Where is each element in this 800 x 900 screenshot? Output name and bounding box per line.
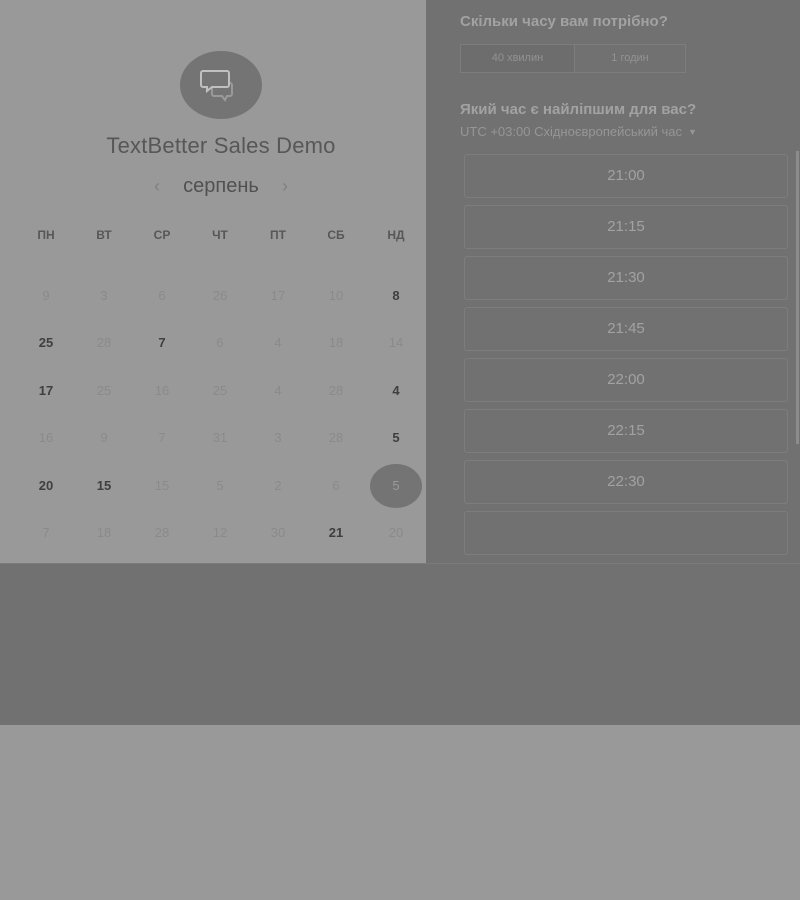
timezone-label: UTC +03:00 Східноєвропейський час	[460, 124, 682, 139]
duration-option-1-hour[interactable]: 1 годин	[575, 45, 685, 72]
page-background	[0, 725, 800, 900]
unavailable-day: 3	[100, 288, 108, 303]
chevron-right-icon[interactable]: ›	[278, 176, 292, 196]
available-day[interactable]: 8	[370, 274, 422, 318]
time-slot-button[interactable]: 21:15	[464, 205, 788, 249]
time-title: Який час є найліпшим для вас?	[460, 101, 697, 118]
unavailable-day: 15	[154, 478, 170, 493]
unavailable-day: 7	[42, 525, 50, 540]
available-day[interactable]: 25	[20, 321, 72, 365]
unavailable-day: 28	[328, 383, 344, 398]
unavailable-day: 4	[274, 383, 282, 398]
unavailable-day: 17	[270, 288, 286, 303]
unavailable-day: 6	[158, 288, 166, 303]
duration-selector: 40 хвилин 1 годин	[460, 44, 686, 73]
caret-down-icon: ▼	[687, 127, 697, 137]
weekday-label: НД	[387, 228, 405, 242]
unavailable-day: 28	[328, 430, 344, 445]
selected-day[interactable]: 5	[370, 464, 422, 508]
weekday-label: ПТ	[270, 228, 286, 242]
available-day[interactable]: 21	[310, 511, 362, 555]
weekday-label: ПН	[37, 228, 55, 242]
chat-bubbles-icon	[200, 70, 233, 102]
time-slot-button[interactable]: 21:45	[464, 307, 788, 351]
unavailable-day: 26	[212, 288, 228, 303]
chevron-left-icon[interactable]: ‹	[150, 176, 164, 196]
unavailable-day: 16	[154, 383, 170, 398]
time-slot-button[interactable]: 22:30	[464, 460, 788, 504]
time-slot-button[interactable]	[464, 511, 788, 555]
time-slot-button[interactable]: 22:15	[464, 409, 788, 453]
unavailable-day: 18	[328, 335, 344, 350]
footer-band	[0, 563, 800, 725]
available-day[interactable]: 7	[136, 321, 188, 365]
weekday-label: СР	[153, 228, 171, 242]
weekday-label: ЧТ	[212, 228, 228, 242]
unavailable-day: 20	[388, 525, 404, 540]
unavailable-day: 16	[38, 430, 54, 445]
company-avatar	[180, 51, 262, 119]
unavailable-day: 28	[96, 335, 112, 350]
unavailable-day: 2	[274, 478, 282, 493]
available-day[interactable]: 15	[78, 464, 130, 508]
timezone-dropdown[interactable]: UTC +03:00 Східноєвропейський час ▼	[460, 124, 697, 139]
unavailable-day: 31	[212, 430, 228, 445]
available-day[interactable]: 5	[370, 416, 422, 460]
time-slot-button[interactable]: 21:00	[464, 154, 788, 198]
unavailable-day: 4	[274, 335, 282, 350]
weekday-label: СБ	[327, 228, 345, 242]
unavailable-day: 3	[274, 430, 282, 445]
unavailable-day: 14	[388, 335, 404, 350]
time-slot-button[interactable]: 22:00	[464, 358, 788, 402]
unavailable-day: 6	[332, 478, 340, 493]
time-slot-button[interactable]: 21:30	[464, 256, 788, 300]
unavailable-day: 7	[158, 430, 166, 445]
duration-title: Скільки часу вам потрібно?	[460, 13, 668, 30]
unavailable-day: 9	[100, 430, 108, 445]
available-day[interactable]: 17	[20, 369, 72, 413]
unavailable-day: 10	[328, 288, 344, 303]
month-label: серпень	[183, 175, 259, 197]
unavailable-day: 6	[216, 335, 224, 350]
unavailable-day: 18	[96, 525, 112, 540]
unavailable-day: 30	[270, 525, 286, 540]
scrollbar[interactable]	[796, 151, 799, 444]
unavailable-day: 25	[212, 383, 228, 398]
available-day[interactable]: 4	[370, 369, 422, 413]
unavailable-day: 9	[42, 288, 50, 303]
unavailable-day: 25	[96, 383, 112, 398]
available-day[interactable]: 20	[20, 464, 72, 508]
month-navigation: ‹ серпень ›	[150, 173, 292, 201]
unavailable-day: 12	[212, 525, 228, 540]
duration-option-40-min[interactable]: 40 хвилин	[461, 45, 575, 72]
company-name: TextBetter Sales Demo	[106, 133, 336, 158]
unavailable-day: 5	[216, 478, 224, 493]
weekday-label: ВТ	[96, 228, 112, 242]
unavailable-day: 28	[154, 525, 170, 540]
